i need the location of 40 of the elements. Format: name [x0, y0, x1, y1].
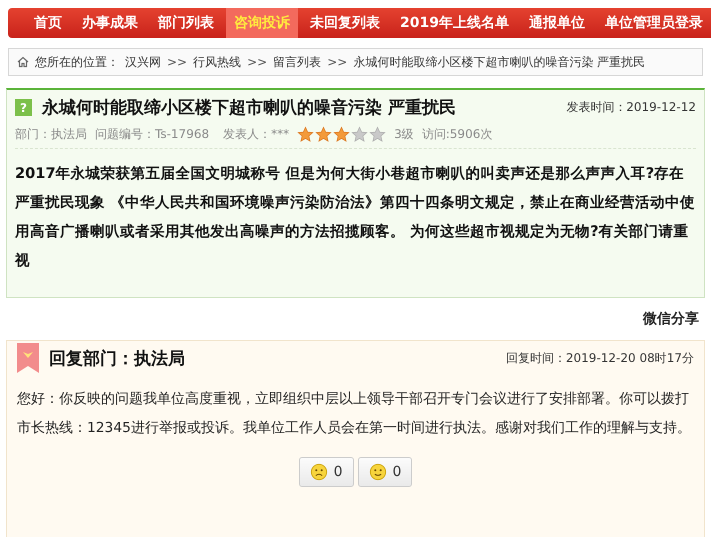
- question-number: 问题编号：Ts-17968: [95, 126, 210, 143]
- question-badge: ?: [15, 99, 32, 116]
- nav-item[interactable]: 通报单位: [520, 8, 593, 38]
- reply-body: 您好：你反映的问题我单位高度重视，立即组织中层以上领导干部召开专门会议进行了安排部署。你可以拨打市长热线：12345进行举报或投诉。我单位工作人员会在第一时间进行执法。感谢对我们工作的理解与支持。: [17, 390, 692, 438]
- like-button[interactable]: 0: [358, 457, 412, 487]
- nav-item[interactable]: 单位管理员登录: [596, 8, 711, 38]
- author-text: 发表人：***: [223, 126, 290, 143]
- star-icon: [351, 126, 368, 143]
- smile-face-icon: [368, 463, 386, 481]
- breadcrumb-link[interactable]: 行风热线: [193, 54, 242, 70]
- breadcrumb-link[interactable]: 永城何时能取缔小区楼下超市喇叭的噪音污染 严重扰民: [353, 54, 646, 70]
- nav-item[interactable]: 首页: [26, 8, 70, 38]
- breadcrumb-link[interactable]: 留言列表: [273, 54, 322, 70]
- nav-item[interactable]: 部门列表: [150, 8, 222, 38]
- home-icon: [17, 56, 29, 68]
- question-title: 永城何时能取缔小区楼下超市喇叭的噪音污染 严重扰民: [42, 97, 456, 119]
- nav-item[interactable]: 2019年上线名单: [392, 8, 517, 38]
- question-body: 2017年永城荣获第五届全国文明城称号 但是为何大街小巷超市喇叭的叫卖声还是那么声声入耳?存在严重扰民现象 《中华人民共和国环境噪声污染防治法》第四十四条明文规定，禁止在商业经营活动中使用高音广播喇叭或者采用其他发出高噪声的方法招揽顾客。 为何这些超市视规定为无物?有关部门请重视: [15, 164, 696, 271]
- breadcrumb-separator: >>: [247, 55, 268, 69]
- sad-face-icon: [310, 463, 328, 481]
- nav-item[interactable]: 办事成果: [74, 8, 146, 38]
- star-icon: [333, 126, 350, 143]
- breadcrumb-label: 您所在的位置：: [35, 54, 119, 70]
- breadcrumb-separator: >>: [167, 55, 188, 69]
- nav-item[interactable]: 未回复列表: [302, 8, 388, 38]
- nav-item[interactable]: 咨询投诉: [226, 8, 298, 38]
- post-date: 发表时间：2019-12-12: [566, 99, 696, 116]
- star-icon: [315, 126, 332, 143]
- star-icon: [297, 126, 314, 143]
- breadcrumb-link[interactable]: 汉兴网: [125, 54, 161, 70]
- wechat-share-link[interactable]: 微信分享: [643, 310, 699, 328]
- visit-count: 访问:5906次: [422, 126, 492, 143]
- reply-time: 回复时间：2019-12-20 08时17分: [506, 350, 694, 366]
- dislike-button[interactable]: 0: [298, 457, 354, 487]
- star-icon: [369, 126, 386, 143]
- ribbon-icon: [17, 343, 39, 373]
- department-text: 部门：执法局: [15, 126, 87, 143]
- reply-department: 回复部门：执法局: [49, 348, 185, 370]
- breadcrumb-separator: >>: [327, 55, 348, 69]
- level-text: 3级: [394, 126, 414, 143]
